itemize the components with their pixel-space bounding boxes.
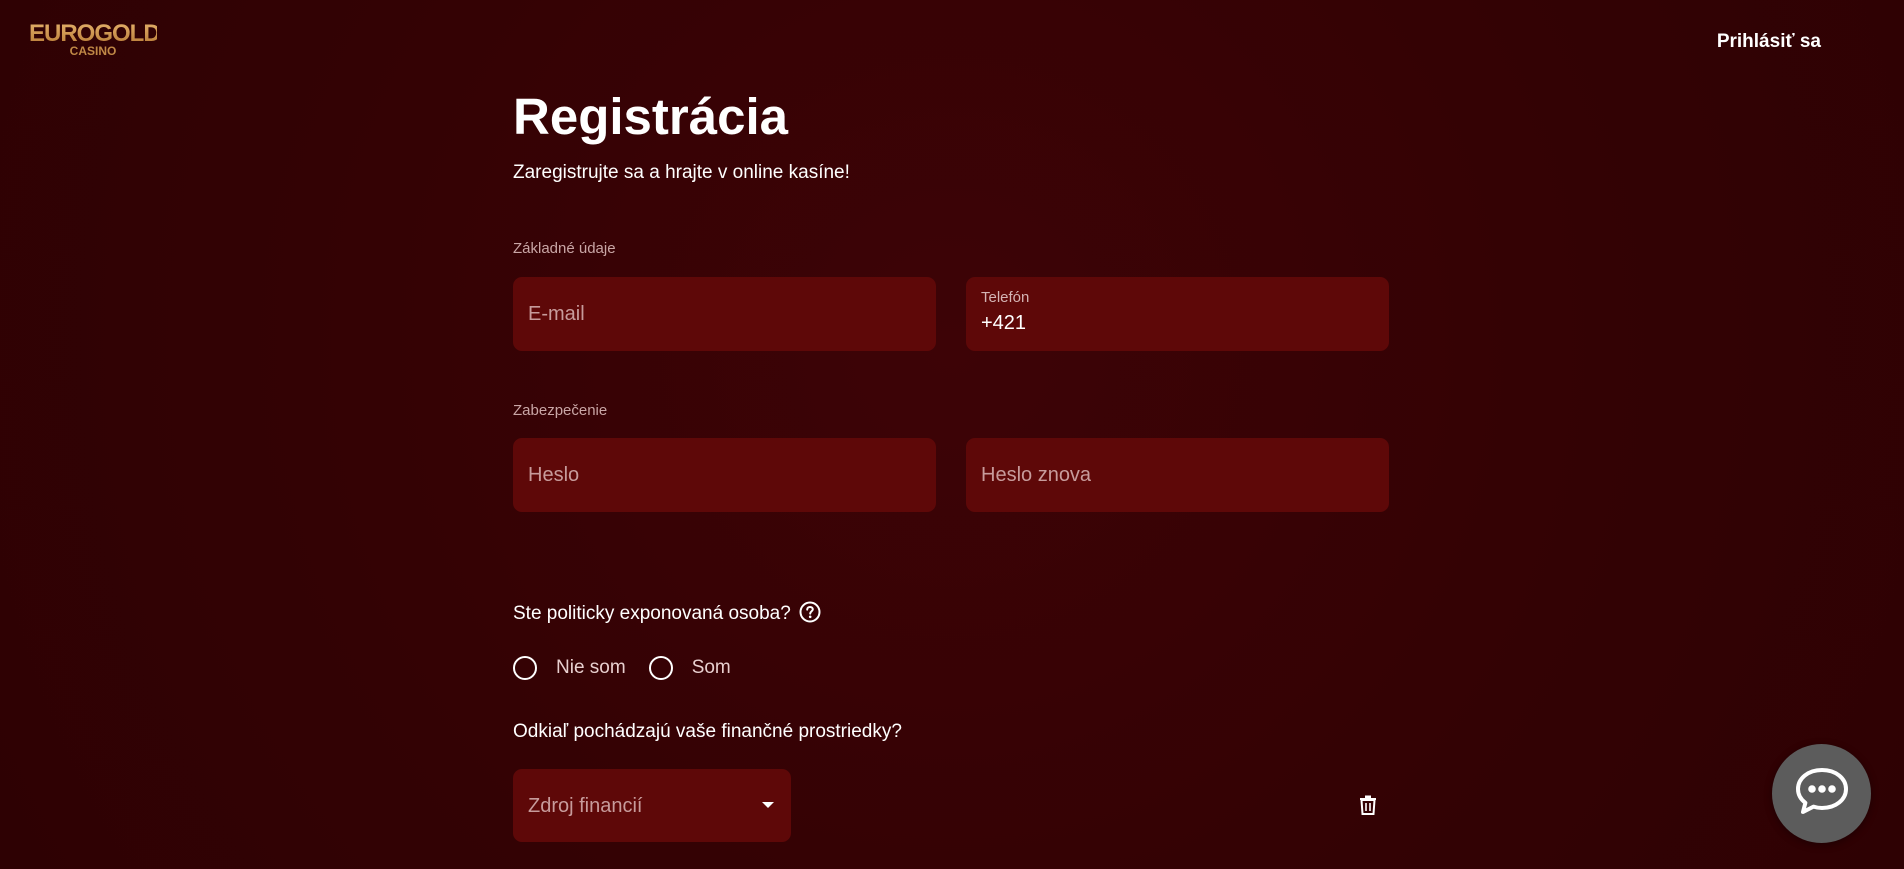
email-field[interactable]: E-mail xyxy=(513,277,936,351)
phone-field[interactable]: Telefón +421 xyxy=(966,277,1389,351)
page-title: Registrácia xyxy=(513,88,788,145)
logo-text-main: EUROGOLD xyxy=(29,20,161,47)
page-subtitle: Zaregistrujte sa a hrajte v online kasín… xyxy=(513,162,850,183)
caret-down-icon xyxy=(762,802,774,808)
trash-icon[interactable] xyxy=(1359,795,1377,815)
email-placeholder: E-mail xyxy=(528,303,585,325)
section-label-security: Zabezpečenie xyxy=(513,402,608,419)
section-label-basic: Základné údaje xyxy=(513,240,616,257)
phone-label: Telefón xyxy=(981,289,1030,306)
chat-bubble-icon xyxy=(1794,766,1850,821)
radio-circle-icon[interactable] xyxy=(648,656,673,680)
help-circle-icon[interactable] xyxy=(799,601,821,623)
funds-question: Odkiaľ pochádzajú vaše finančné prostrie… xyxy=(513,721,902,742)
password-placeholder: Heslo xyxy=(528,464,580,486)
password-field[interactable]: Heslo xyxy=(513,438,936,512)
pep-option-yes[interactable]: Som xyxy=(648,656,731,680)
pep-option-no-label: Nie som xyxy=(556,657,626,678)
login-link[interactable]: Prihlásiť sa xyxy=(1717,31,1821,53)
pep-option-yes-label: Som xyxy=(691,657,731,678)
pep-question-text: Ste politicky exponovaná osoba? xyxy=(513,603,791,624)
pep-radio-group: Nie som Som xyxy=(513,656,754,680)
password-repeat-placeholder: Heslo znova xyxy=(981,464,1092,486)
radio-circle-icon[interactable] xyxy=(513,656,537,680)
funds-source-placeholder: Zdroj financií xyxy=(528,795,643,817)
eurogold-casino-logo[interactable]: EUROGOLD CASINO xyxy=(29,20,161,58)
pep-option-no[interactable]: Nie som xyxy=(513,656,626,680)
funds-source-select[interactable]: Zdroj financií xyxy=(513,769,791,842)
phone-value: +421 xyxy=(981,312,1027,334)
password-repeat-field[interactable]: Heslo znova xyxy=(966,438,1389,512)
pep-question: Ste politicky exponovaná osoba? xyxy=(513,601,821,626)
chat-button[interactable] xyxy=(1772,744,1871,843)
